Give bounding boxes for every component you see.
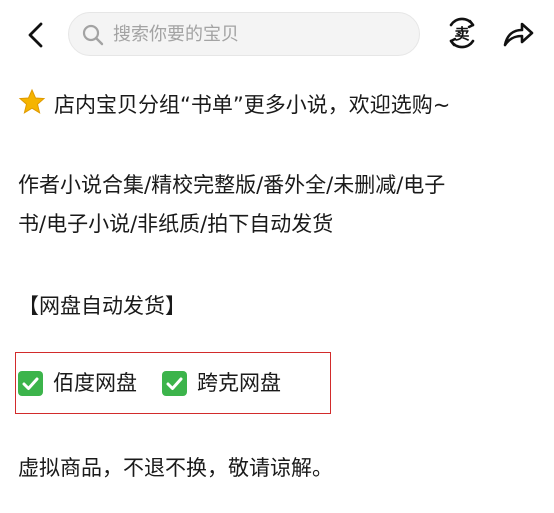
sell-icon-label: 卖	[454, 25, 469, 43]
search-placeholder: 搜索你要的宝贝	[113, 24, 239, 45]
description-line-1-text: 店内宝贝分组“书单”更多小说，欢迎选购~	[54, 93, 451, 117]
share-icon[interactable]	[500, 16, 536, 52]
star-icon	[18, 88, 46, 114]
description-line-6: 虚拟商品，不退不换，敬请谅解。	[18, 456, 333, 480]
netdisk-option-1-label: 佰度网盘	[53, 371, 137, 395]
netdisk-option-1: 佰度网盘	[18, 368, 137, 398]
description-line-1: 店内宝贝分组“书单”更多小说，欢迎选购~	[18, 88, 450, 120]
sell-icon[interactable]: 卖	[443, 14, 481, 52]
search-bar[interactable]: 搜索你要的宝贝	[68, 12, 420, 56]
netdisk-option-2: 跨克网盘	[162, 368, 281, 398]
description-line-3: 书/电子小说/非纸质/拍下自动发货	[18, 212, 334, 236]
description-line-2: 作者小说合集/精校完整版/番外全/未删减/电子	[18, 173, 446, 197]
back-arrow-icon[interactable]	[22, 20, 52, 50]
description-line-4: 【网盘自动发货】	[18, 294, 186, 318]
top-bar: 搜索你要的宝贝 卖	[0, 0, 554, 70]
check-icon	[162, 370, 187, 396]
check-icon	[18, 370, 43, 396]
netdisk-option-2-label: 跨克网盘	[197, 371, 281, 395]
search-icon	[82, 24, 104, 46]
netdisk-options-highlight: 佰度网盘 跨克网盘	[15, 352, 331, 414]
